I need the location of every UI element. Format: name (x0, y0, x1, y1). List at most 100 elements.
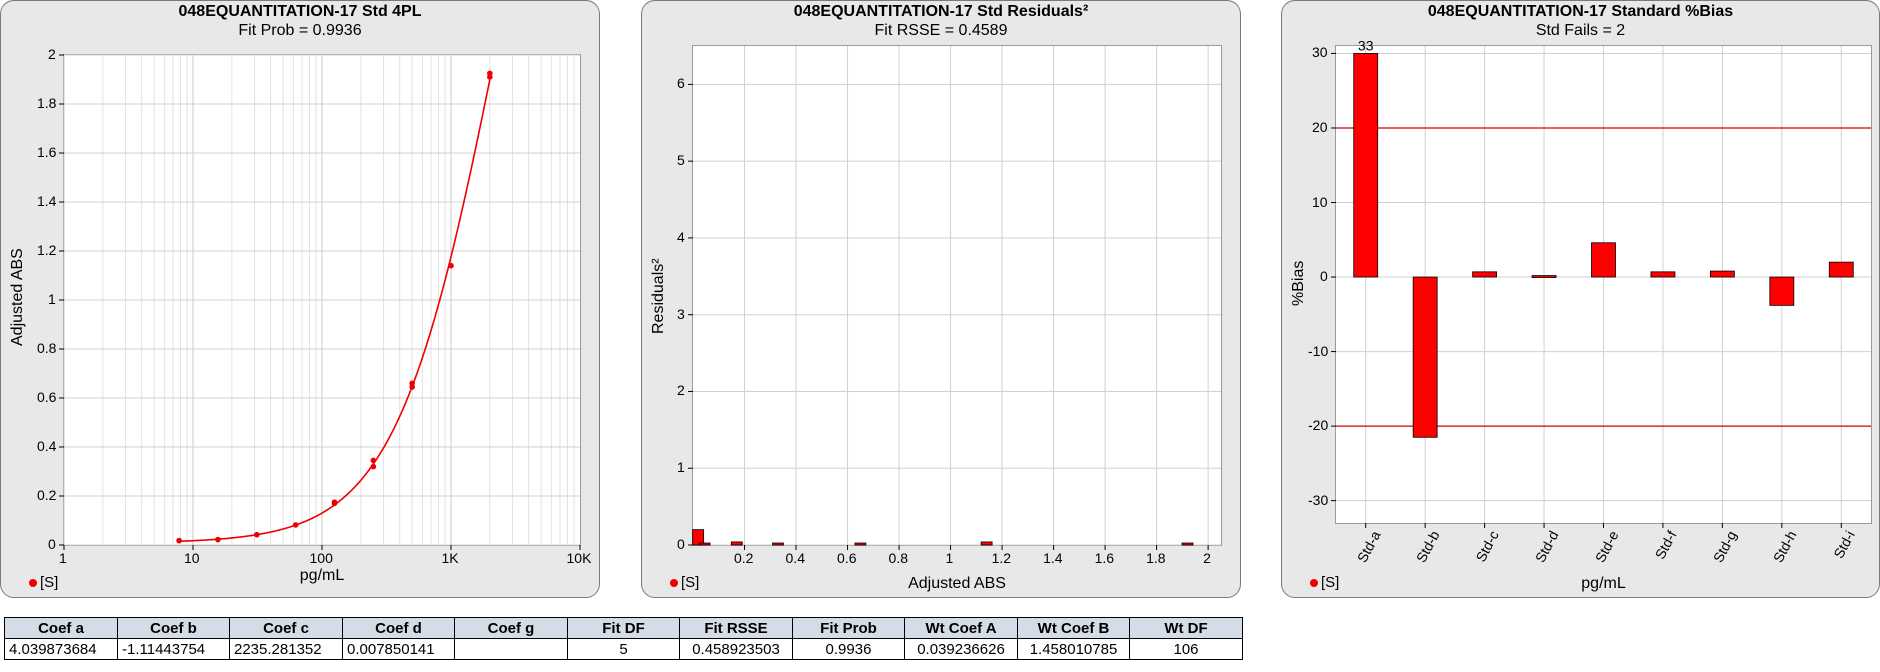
bias-bar (1769, 276, 1795, 306)
table-cell: 0.007850141 (342, 638, 455, 660)
x-tick-label: 10 (184, 550, 200, 566)
std-curve-plot-area (59, 54, 581, 550)
data-point (370, 457, 377, 464)
y-axis-label: %Bias (1290, 260, 1307, 306)
table-cell: -1.11443754 (117, 638, 230, 660)
x-tick-label: 10K (566, 550, 592, 566)
x-tick-label: 1.8 (1146, 550, 1166, 566)
col-fit-prob: Fit Prob (792, 617, 905, 639)
residuals-panel: 048EQUANTITATION-17 Std Residuals² Fit R… (641, 0, 1241, 598)
y-axis-label: Residuals² (650, 258, 667, 334)
x-tick-label: 1K (441, 550, 459, 566)
table-header-row: Coef a Coef b Coef c Coef d Coef g Fit D… (4, 617, 1243, 639)
col-coef-d: Coef d (342, 617, 455, 639)
data-point (409, 380, 415, 387)
y-tick-label: 1.6 (37, 144, 57, 160)
col-wt-coef-a: Wt Coef A (904, 617, 1018, 639)
y-axis-label: Adjusted ABS (9, 248, 26, 346)
y-tick-label: 0.8 (37, 340, 57, 356)
col-coef-g: Coef g (454, 617, 568, 639)
x-tick-label: Std-c (1471, 528, 1502, 565)
legend-label: [S] (1321, 574, 1340, 591)
x-tick-label: 0.6 (837, 550, 857, 566)
y-tick-label: 1.8 (37, 95, 57, 111)
y-tick-label: 1.4 (37, 193, 57, 209)
x-tick-label: Std-i (1830, 528, 1859, 561)
bias-plot-area: 33 (1331, 37, 1872, 528)
y-tick-label: 2 (677, 382, 685, 399)
table-cell: 0.9936 (792, 638, 905, 660)
y-tick-label: 0 (1320, 268, 1328, 285)
chart-svg: 33 (1331, 37, 1871, 528)
x-tick-label: Std-e (1591, 528, 1622, 566)
bias-bar (1650, 271, 1676, 278)
x-tick-label: 100 (309, 550, 333, 566)
y-tick-label: 0.6 (37, 389, 57, 405)
chart-title: 048EQUANTITATION-17 Std 4PL (178, 3, 422, 20)
data-point (487, 70, 493, 77)
std-4pl-panel: 048EQUANTITATION-17 Std 4PL Fit Prob = 0… (0, 0, 600, 598)
legend: [S] (1310, 574, 1339, 591)
residuals-plot-area (688, 45, 1222, 550)
col-coef-c: Coef c (229, 617, 343, 639)
table-cell: 5 (567, 638, 680, 660)
legend-marker-icon (29, 578, 37, 587)
y-tick-label: 1 (677, 459, 685, 476)
x-tick-label: 1 (59, 550, 67, 566)
data-point (370, 463, 377, 470)
x-tick-label: 2 (1203, 550, 1211, 566)
x-tick-label: 0.2 (734, 550, 754, 566)
x-tick-label: Std-a (1353, 528, 1384, 566)
residual-bar (698, 542, 711, 546)
x-tick-label: Std-d (1531, 528, 1562, 566)
y-tick-label: -10 (1308, 342, 1329, 359)
x-axis-label: Adjusted ABS (908, 575, 1006, 592)
data-point (331, 499, 338, 505)
y-tick-label: 0.2 (37, 487, 57, 503)
table-cell (454, 638, 568, 660)
col-fit-rsse: Fit RSSE (679, 617, 793, 639)
data-point (176, 537, 182, 544)
fit-curve (179, 79, 491, 543)
y-tick-label: 0.4 (37, 438, 57, 454)
y-tick-label: 10 (1312, 193, 1328, 210)
bias-bar (1412, 276, 1438, 438)
data-point (292, 522, 299, 528)
residual-bar (772, 542, 784, 546)
chart-svg (59, 54, 581, 550)
residual-bar (1181, 542, 1194, 546)
legend-label: [S] (681, 574, 700, 591)
y-tick-label: 30 (1312, 44, 1328, 61)
table-cell: 0.458923503 (679, 638, 793, 660)
legend: [S] (670, 574, 699, 591)
bias-bar (1591, 242, 1616, 278)
x-tick-label: 1 (945, 550, 954, 566)
y-tick-label: -30 (1308, 491, 1329, 508)
bias-bar (1353, 53, 1379, 278)
chart-subtitle: Fit RSSE = 0.4589 (874, 22, 1008, 39)
x-axis-label: pg/mL (299, 567, 345, 584)
bias-bar (1472, 271, 1498, 278)
x-tick-label: 1.6 (1094, 550, 1115, 566)
x-tick-label: Std-g (1710, 528, 1740, 566)
x-axis-label: pg/mL (1581, 575, 1626, 592)
data-point (448, 262, 454, 269)
bias-bar (1828, 261, 1854, 278)
data-point (215, 536, 221, 543)
coefficient-table: Coef a Coef b Coef c Coef d Coef g Fit D… (4, 617, 1243, 660)
table-row: 4.039873684 -1.11443754 2235.281352 0.00… (4, 638, 1243, 660)
table-cell: 4.039873684 (4, 638, 118, 660)
residual-bar (854, 542, 867, 546)
legend: [S] (29, 574, 58, 591)
x-tick-label: Std-b (1412, 528, 1443, 566)
residual-bar (980, 541, 993, 546)
table-cell: 106 (1129, 638, 1243, 660)
chart-title: 048EQUANTITATION-17 Std Residuals² (793, 3, 1089, 20)
y-tick-label: 4 (677, 228, 685, 245)
y-tick-label: 1.2 (37, 242, 57, 258)
x-tick-label: 0.8 (888, 550, 909, 566)
chart-title: 048EQUANTITATION-17 Standard %Bias (1427, 3, 1734, 20)
chart-svg (688, 46, 1221, 550)
table-cell: 1.458010785 (1017, 638, 1130, 660)
legend-label: [S] (40, 574, 59, 591)
